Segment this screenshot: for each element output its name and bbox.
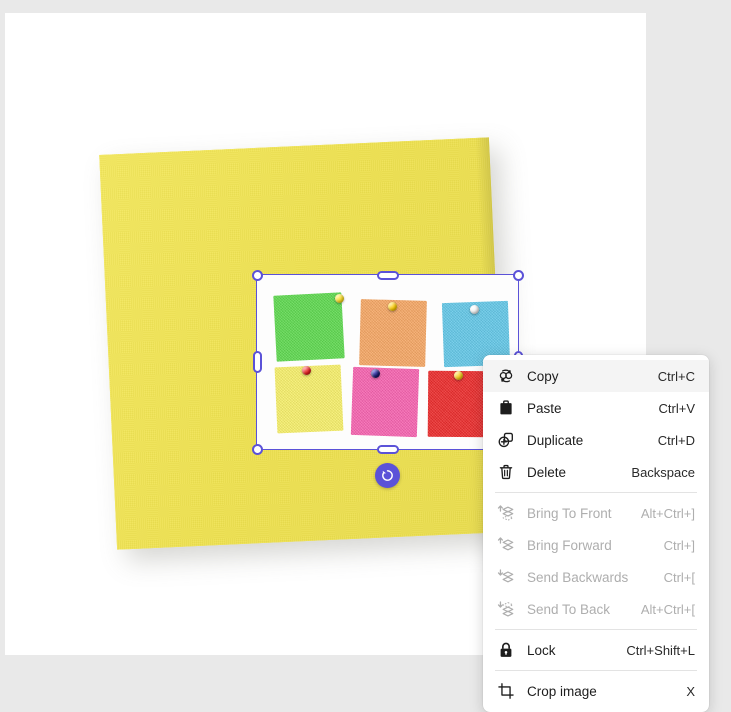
note-grain xyxy=(274,364,344,434)
lock-icon xyxy=(495,641,516,659)
photo-note-yellow xyxy=(274,364,344,434)
pin-pink-note xyxy=(371,369,380,378)
note-grain xyxy=(273,292,345,362)
menu-item-shortcut: X xyxy=(686,683,695,699)
bring-to-front-icon xyxy=(495,504,516,522)
menu-item-shortcut: Alt+Ctrl+[ xyxy=(640,601,695,617)
menu-separator xyxy=(495,629,697,630)
menu-item-label: Crop image xyxy=(527,683,597,699)
menu-item-label: Copy xyxy=(527,368,559,384)
menu-item-send-backwards: Send Backwards Ctrl+[ xyxy=(483,561,709,593)
sticky-notes-grid-image[interactable] xyxy=(257,275,518,449)
menu-item-shortcut: Alt+Ctrl+] xyxy=(640,505,695,521)
note-grain xyxy=(350,366,420,438)
pin-blue-note xyxy=(470,305,479,314)
pin-green-note xyxy=(335,294,344,303)
menu-item-shortcut: Ctrl+] xyxy=(663,537,695,553)
paste-icon xyxy=(495,399,516,417)
crop-icon xyxy=(495,682,516,700)
delete-icon xyxy=(495,463,516,481)
menu-separator xyxy=(495,492,697,493)
rotate-ccw-icon xyxy=(382,470,393,481)
menu-item-shortcut: Ctrl+V xyxy=(658,400,695,416)
menu-item-send-to-back: Send To Back Alt+Ctrl+[ xyxy=(483,593,709,625)
menu-item-label: Duplicate xyxy=(527,432,584,448)
pin-red-note xyxy=(454,371,463,380)
menu-item-label: Lock xyxy=(527,642,556,658)
menu-separator xyxy=(495,670,697,671)
menu-item-label: Bring Forward xyxy=(527,537,612,553)
context-menu[interactable]: Copy Ctrl+C Paste Ctrl+V Duplicate Ctrl+D Dele… xyxy=(483,355,709,712)
bring-forward-icon xyxy=(495,536,516,554)
copy-icon xyxy=(495,367,516,385)
menu-item-bring-forward: Bring Forward Ctrl+] xyxy=(483,529,709,561)
menu-item-paste[interactable]: Paste Ctrl+V xyxy=(483,392,709,424)
menu-item-shortcut: Ctrl+[ xyxy=(663,569,695,585)
menu-item-label: Send To Back xyxy=(527,601,611,617)
menu-item-lock[interactable]: Lock Ctrl+Shift+L xyxy=(483,634,709,666)
pin-orange-note xyxy=(388,302,397,311)
menu-item-shortcut: Ctrl+Shift+L xyxy=(626,642,695,658)
pin-yellow-note xyxy=(302,366,311,375)
photo-note-green xyxy=(273,292,345,362)
menu-item-label: Paste xyxy=(527,400,562,416)
menu-item-label: Bring To Front xyxy=(527,505,612,521)
menu-item-shortcut: Ctrl+C xyxy=(657,368,695,384)
menu-item-label: Send Backwards xyxy=(527,569,629,585)
menu-item-shortcut: Backspace xyxy=(631,464,695,480)
menu-item-delete[interactable]: Delete Backspace xyxy=(483,456,709,488)
send-backwards-icon xyxy=(495,568,516,586)
menu-item-shortcut: Ctrl+D xyxy=(657,432,695,448)
photo-note-pink xyxy=(350,366,420,438)
duplicate-icon xyxy=(495,431,516,449)
menu-item-copy[interactable]: Copy Ctrl+C xyxy=(483,360,709,392)
menu-item-crop-image[interactable]: Crop image X xyxy=(483,675,709,707)
menu-item-bring-to-front: Bring To Front Alt+Ctrl+] xyxy=(483,497,709,529)
rotate-handle[interactable] xyxy=(375,463,400,488)
send-to-back-icon xyxy=(495,600,516,618)
menu-item-duplicate[interactable]: Duplicate Ctrl+D xyxy=(483,424,709,456)
menu-item-label: Delete xyxy=(527,464,567,480)
